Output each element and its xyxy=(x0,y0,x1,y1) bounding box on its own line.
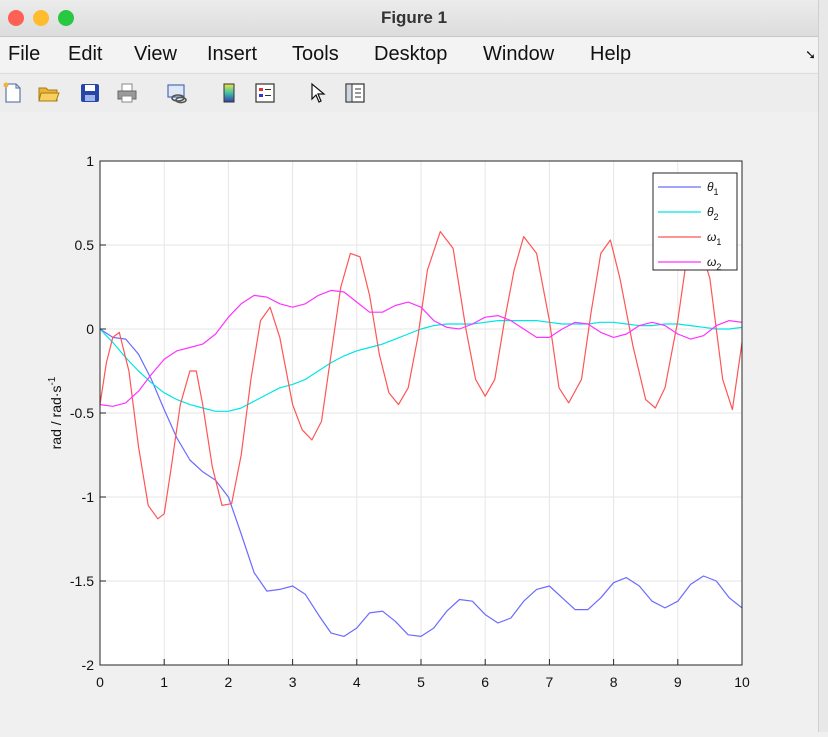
pointer-icon[interactable] xyxy=(307,82,329,104)
menu-insert[interactable]: Insert xyxy=(207,43,257,66)
menu-file[interactable]: File xyxy=(8,43,40,66)
x-tick-label: 2 xyxy=(225,674,233,690)
x-tick-label: 9 xyxy=(674,674,682,690)
x-tick-label: 6 xyxy=(481,674,489,690)
figure-toolbar xyxy=(0,73,828,113)
y-tick-label: 1 xyxy=(86,153,94,169)
y-tick-label: -2 xyxy=(82,657,95,673)
menu-tools[interactable]: Tools xyxy=(292,43,339,66)
x-tick-label: 7 xyxy=(546,674,554,690)
y-axis-label: rad / rad·s-1 xyxy=(47,376,64,449)
open-file-icon[interactable] xyxy=(38,82,60,104)
colorbar-icon[interactable] xyxy=(218,82,240,104)
y-tick-label: -1 xyxy=(82,489,95,505)
y-tick-label: -1.5 xyxy=(70,573,94,589)
y-tick-label: 0.5 xyxy=(75,237,95,253)
legend[interactable]: θ1θ2ω1ω2 xyxy=(652,172,738,272)
line-chart[interactable]: 0 1 2 3 4 5 6 7 8 9 10 1 0.5 0 -0.5 -1 -1.5 -2 rad / rad… xyxy=(0,112,828,732)
menu-edit[interactable]: Edit xyxy=(68,43,102,66)
menu-window[interactable]: Window xyxy=(483,43,554,66)
x-tick-label: 0 xyxy=(96,674,104,690)
property-inspector-icon[interactable] xyxy=(344,82,366,104)
menu-desktop[interactable]: Desktop xyxy=(374,43,447,66)
x-tick-label: 5 xyxy=(417,674,425,690)
x-tick-label: 10 xyxy=(734,674,750,690)
window-titlebar: Figure 1 xyxy=(0,0,828,37)
y-tick-label: -0.5 xyxy=(70,405,94,421)
x-tick-label: 3 xyxy=(289,674,297,690)
x-tick-label: 8 xyxy=(610,674,618,690)
print-icon[interactable] xyxy=(116,82,138,104)
figure-canvas: 0 1 2 3 4 5 6 7 8 9 10 1 0.5 0 -0.5 -1 -1.5 -2 rad / rad… xyxy=(0,112,828,732)
menu-view[interactable]: View xyxy=(134,43,177,66)
save-icon[interactable] xyxy=(79,82,101,104)
link-plot-icon[interactable] xyxy=(166,82,188,104)
window-title: Figure 1 xyxy=(380,8,448,27)
menu-bar: File Edit View Insert Tools Desktop Wind… xyxy=(0,37,828,72)
dock-arrow-icon[interactable]: ➘ xyxy=(805,47,816,63)
legend-icon[interactable] xyxy=(254,82,276,104)
new-figure-icon[interactable] xyxy=(2,82,24,104)
x-tick-label: 1 xyxy=(160,674,168,690)
x-tick-label: 4 xyxy=(353,674,361,690)
y-tick-label: 0 xyxy=(86,321,94,337)
menu-help[interactable]: Help xyxy=(590,43,631,66)
window-right-edge xyxy=(818,0,828,732)
